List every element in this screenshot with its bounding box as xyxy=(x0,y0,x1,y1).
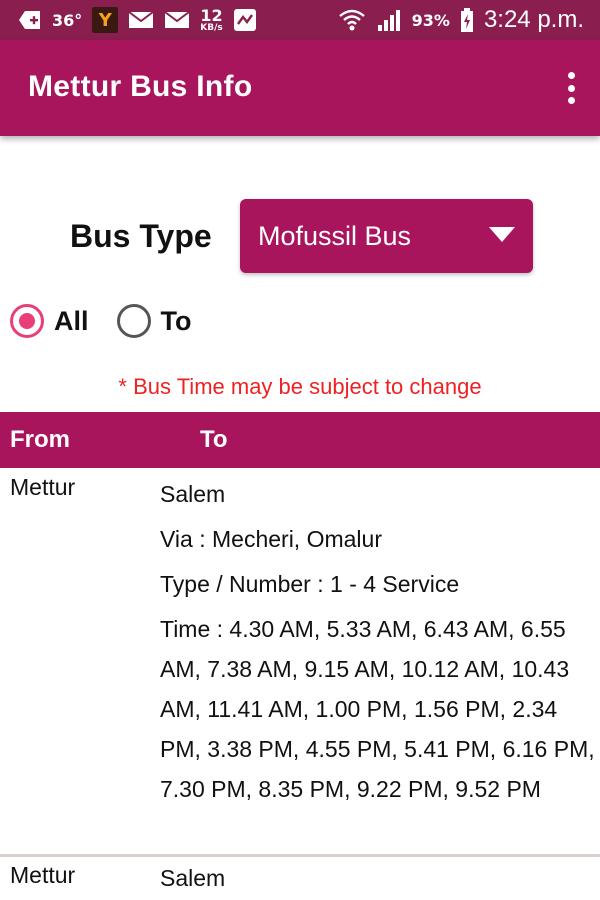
net-speed: 12 KB/s xyxy=(200,5,223,33)
overflow-menu-icon[interactable] xyxy=(564,70,578,106)
temperature-text: 36° xyxy=(52,10,83,30)
radio-checked-icon[interactable] xyxy=(10,304,44,338)
row-from: Mettur xyxy=(10,474,76,500)
column-header-from: From xyxy=(10,426,70,453)
app-toolbar: Mettur Bus Info xyxy=(0,40,600,136)
row-detail: Salem xyxy=(160,862,596,894)
schedule-notice: * Bus Time may be subject to change xyxy=(118,374,482,399)
clock-time: 3:24 p.m. xyxy=(483,6,584,33)
row-to: Salem xyxy=(160,865,226,891)
app-title: Mettur Bus Info xyxy=(28,70,253,103)
battery-percent: 93% xyxy=(411,10,450,30)
app-y-icon: Y xyxy=(92,7,119,33)
bus-type-dropdown[interactable]: Mofussil Bus xyxy=(240,199,533,273)
row-detail: Salem Via : Mecheri, Omalur Type / Numbe… xyxy=(160,474,596,809)
radio-to-label[interactable]: To xyxy=(161,306,192,337)
table-row[interactable]: Mettur Salem xyxy=(0,862,600,900)
table-header: From To xyxy=(0,412,600,468)
radio-unchecked-icon[interactable] xyxy=(116,304,151,338)
bus-type-label: Bus Type xyxy=(70,218,212,254)
chart-app-icon xyxy=(233,9,256,31)
wifi-icon xyxy=(338,9,365,31)
signal-icon xyxy=(377,10,400,31)
table-row[interactable]: Mettur Salem Via : Mecheri, Omalur Type … xyxy=(0,474,600,854)
direction-filter: All To xyxy=(10,304,220,338)
status-bar: 36° Y 12 KB/s 93% 3:24 p.m. xyxy=(0,0,600,40)
row-divider xyxy=(0,854,600,857)
radio-all[interactable]: All xyxy=(10,304,89,338)
bus-type-selected: Mofussil Bus xyxy=(258,221,412,251)
column-header-to: To xyxy=(200,426,228,453)
radio-to[interactable]: To xyxy=(116,304,192,338)
radio-all-label[interactable]: All xyxy=(54,306,89,337)
add-notification-icon xyxy=(19,11,40,29)
dropdown-arrow-icon xyxy=(489,227,515,242)
row-from: Mettur xyxy=(10,862,76,888)
row-to: Salem xyxy=(160,481,226,507)
battery-charging-icon xyxy=(460,8,473,32)
mail-icon xyxy=(128,11,154,28)
mail-icon-2 xyxy=(164,11,190,28)
row-type: Type / Number : 1 - 4 Service xyxy=(160,571,460,597)
row-time: Time : 4.30 AM, 5.33 AM, 6.43 AM, 6.55 A… xyxy=(160,616,595,802)
row-via: Via : Mecheri, Omalur xyxy=(160,526,382,552)
